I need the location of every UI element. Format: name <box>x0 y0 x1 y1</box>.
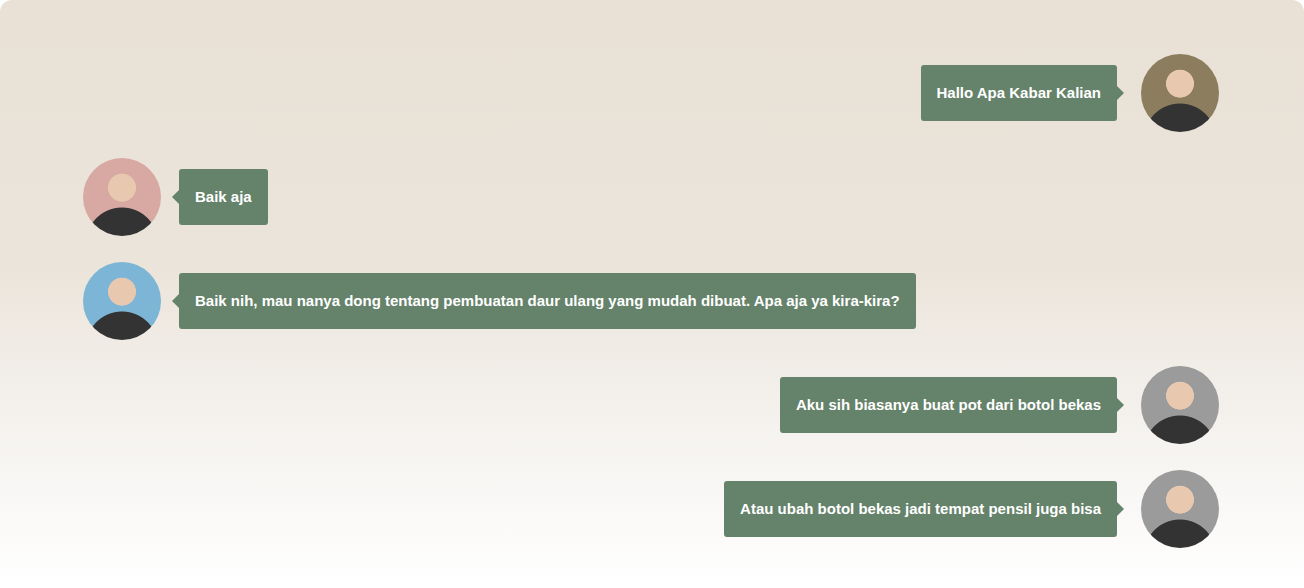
message-bubble: Baik nih, mau nanya dong tentang pembuat… <box>179 273 916 329</box>
message-bubble: Aku sih biasanya buat pot dari botol bek… <box>780 377 1117 433</box>
chat-panel: Hallo Apa Kabar Kalian Baik aja Baik nih, … <box>0 0 1304 588</box>
avatar <box>1141 470 1219 548</box>
avatar <box>1141 54 1219 132</box>
message-row: Hallo Apa Kabar Kalian <box>83 54 1219 132</box>
message-bubble: Hallo Apa Kabar Kalian <box>921 65 1118 121</box>
avatar <box>83 158 161 236</box>
message-row: Atau ubah botol bekas jadi tempat pensil… <box>83 470 1219 548</box>
message-bubble: Atau ubah botol bekas jadi tempat pensil… <box>724 481 1117 537</box>
avatar <box>83 262 161 340</box>
message-bubble: Baik aja <box>179 169 268 225</box>
message-row: Baik aja <box>83 158 1219 236</box>
avatar <box>1141 366 1219 444</box>
message-row: Aku sih biasanya buat pot dari botol bek… <box>83 366 1219 444</box>
message-row: Baik nih, mau nanya dong tentang pembuat… <box>83 262 1219 340</box>
